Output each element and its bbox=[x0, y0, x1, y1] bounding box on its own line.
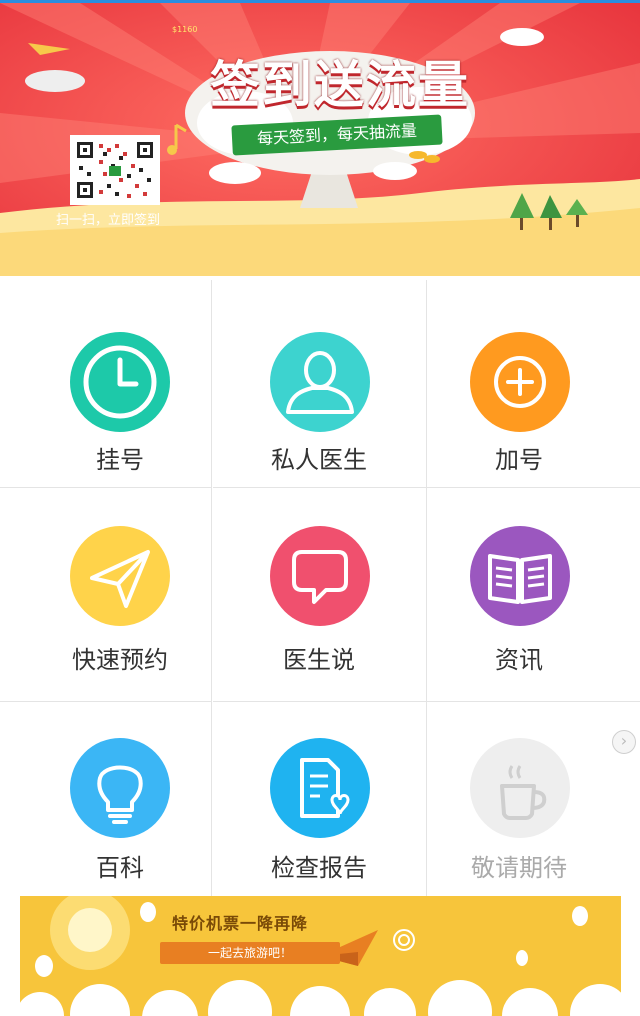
clock-icon bbox=[70, 332, 170, 432]
grid-item-label: 医生说 bbox=[283, 646, 355, 674]
banner-price-tag: $1160 bbox=[172, 25, 198, 34]
grid-item-label: 百科 bbox=[96, 854, 144, 882]
coffee-cup-icon bbox=[470, 738, 570, 838]
grid-item-label: 加号 bbox=[495, 446, 543, 474]
paper-plane-icon bbox=[70, 526, 170, 626]
flight-promo-banner[interactable]: 特价机票一降再降 一起去旅游吧！ bbox=[20, 896, 621, 1016]
banner-title: 签到送流量 bbox=[210, 56, 470, 114]
grid-item-add-appointment[interactable]: 加号 bbox=[427, 280, 640, 488]
plus-icon bbox=[470, 332, 570, 432]
grid-item-encyclopedia[interactable]: 百科 bbox=[0, 702, 212, 904]
grid-item-registration[interactable]: 挂号 bbox=[0, 280, 212, 488]
qr-code bbox=[70, 135, 160, 205]
grid-item-label: 私人医生 bbox=[271, 446, 367, 474]
chevron-right-icon[interactable]: › bbox=[612, 730, 636, 754]
report-icon bbox=[270, 738, 370, 838]
grid-item-label: 快速预约 bbox=[72, 646, 168, 674]
grid-item-news[interactable]: 资讯 bbox=[427, 488, 640, 702]
qr-caption: 扫一扫，立即签到 bbox=[56, 213, 161, 228]
grid-item-check-report[interactable]: 检查报告 bbox=[213, 702, 427, 904]
grid-item-private-doctor[interactable]: 私人医生 bbox=[213, 280, 427, 488]
promo-subtitle: 一起去旅游吧！ bbox=[160, 942, 340, 964]
grid-item-doctor-says[interactable]: 医生说 bbox=[213, 488, 427, 702]
sign-in-promo-banner[interactable]: $1160 签到送流量 每天签到，每天抽流量 扫一扫，立即签到 bbox=[0, 3, 640, 276]
grid-item-quick-booking[interactable]: 快速预约 bbox=[0, 488, 212, 702]
grid-item-coming-soon: 敬请期待 bbox=[427, 702, 640, 904]
person-icon bbox=[270, 332, 370, 432]
grid-item-label: 挂号 bbox=[96, 446, 144, 474]
lightbulb-icon bbox=[70, 738, 170, 838]
promo-title: 特价机票一降再降 bbox=[172, 914, 309, 933]
speech-bubble-icon bbox=[270, 526, 370, 626]
grid-item-label: 资讯 bbox=[495, 646, 543, 674]
book-icon bbox=[470, 526, 570, 626]
grid-item-label: 敬请期待 bbox=[471, 854, 567, 882]
grid-item-label: 检查报告 bbox=[271, 854, 367, 882]
qr-code-icon bbox=[73, 138, 157, 202]
